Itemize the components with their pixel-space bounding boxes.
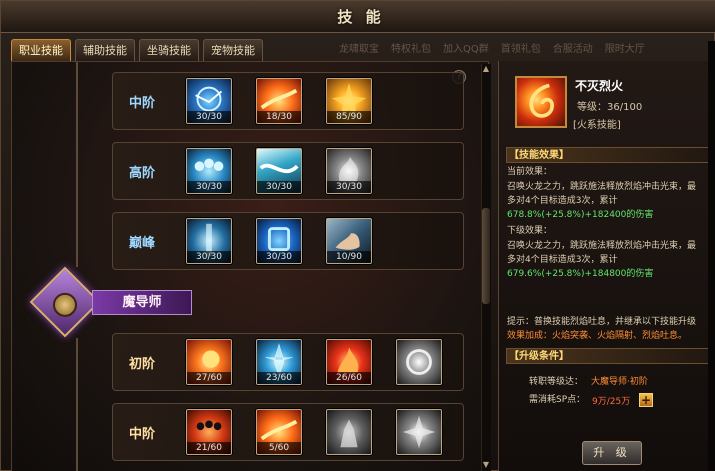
skill-name: 不灭烈火 [575, 79, 624, 93]
skills-window: 技 能 龙啸取宝 特权礼包 加入QQ群 首领礼包 合服活动 限时大厅 职业技能 … [0, 0, 715, 471]
tab-mount-skills[interactable]: 坐骑技能 [139, 39, 199, 61]
event-link[interactable]: 合服活动 [550, 35, 596, 57]
current-effect-damage: 678.8%(+25.8%)+182400的伤害 [507, 210, 654, 220]
skill-level: 30/30 [257, 181, 301, 193]
tier-row: 中阶 30/30 18/30 85/90 [112, 72, 464, 130]
current-effect-desc: 多对4个目标造成3次，累计 [507, 196, 618, 206]
effect-header: 【技能效果】 [506, 147, 709, 163]
fire-slash-icon[interactable]: 18/30 [256, 78, 302, 124]
requirement-header: 【升级条件】 [506, 348, 709, 364]
requirement-level-label: 转职等级达： [529, 377, 584, 387]
skill-level: 85/90 [327, 111, 371, 123]
tab-pet-skills[interactable]: 宠物技能 [203, 39, 263, 61]
tier-label: 初阶 [129, 357, 156, 372]
event-link[interactable]: 龙啸取宝 [336, 35, 382, 57]
fireball-icon[interactable]: 27/60 [186, 339, 232, 385]
skill-detail-panel: 不灭烈火 等级：36/100 [火系技能] 【技能效果】 当前效果： 召唤火龙之… [498, 61, 715, 471]
class-banner: 魔导师 [29, 266, 200, 338]
next-effect-damage: 679.6%(+25.8%)+184800的伤害 [507, 269, 654, 279]
add-points-plus-icon[interactable]: + [639, 393, 653, 407]
flame-burst-icon[interactable]: 26/60 [326, 339, 372, 385]
class-name: 魔导师 [92, 290, 192, 315]
requirement-points-value: 9万/25万 [592, 397, 631, 407]
skill-level: 30/30 [327, 181, 371, 193]
next-effect-title: 下级效果： [507, 226, 553, 236]
skill-level: 27/60 [187, 372, 231, 384]
requirement-level-value: 大魔导师·初阶 [591, 377, 648, 387]
skill-level: 23/60 [257, 372, 301, 384]
tree-line [76, 338, 78, 471]
next-effect-desc: 多对4个目标造成3次，累计 [507, 255, 618, 265]
blue-pillar-icon[interactable]: 30/30 [186, 218, 232, 264]
locked-vortex-icon[interactable] [396, 339, 442, 385]
skill-level-text: 等级：36/100 [577, 102, 643, 113]
ice-shards-icon[interactable]: 23/60 [256, 339, 302, 385]
scroll-up-arrow-icon[interactable]: ▲ [481, 64, 491, 74]
skill-level: 30/30 [257, 251, 301, 263]
tier-row: 巅峰 30/30 30/30 10/90 [112, 212, 464, 270]
skill-level: 10/90 [327, 251, 371, 263]
event-link[interactable]: 限时大厅 [602, 35, 648, 57]
requirement-points-label: 需消耗SP点： [529, 395, 586, 405]
skill-tree-panel: ? 中阶 30/30 18/30 85/90 高阶 30/30 30/30 30… [11, 61, 489, 471]
blue-shield-icon[interactable]: 30/30 [256, 218, 302, 264]
lightning-orb-icon[interactable]: 30/30 [186, 78, 232, 124]
tree-line [76, 62, 78, 267]
tier-label: 中阶 [129, 96, 156, 111]
skill-tabs: 职业技能 辅助技能 坐骑技能 宠物技能 [11, 39, 263, 61]
event-link[interactable]: 首领礼包 [498, 35, 544, 57]
skill-type: [火系技能] [573, 120, 621, 131]
tier-row: 初阶 27/60 23/60 26/60 [112, 333, 464, 391]
tier-label: 高阶 [129, 166, 156, 181]
skill-level: 18/30 [257, 111, 301, 123]
current-effect-title: 当前效果： [507, 167, 553, 177]
tab-class-skills[interactable]: 职业技能 [11, 39, 71, 61]
smoke-strike-icon[interactable]: 30/30 [326, 148, 372, 194]
skill-level: 30/30 [187, 181, 231, 193]
wind-wave-icon[interactable]: 30/30 [256, 148, 302, 194]
fire-army-icon[interactable]: 21/60 [186, 409, 232, 455]
tier-row: 高阶 30/30 30/30 30/30 [112, 142, 464, 200]
tier-label: 中阶 [129, 427, 156, 442]
tier-row: 中阶 21/60 5/60 [112, 403, 464, 461]
scrollbar-thumb[interactable] [482, 208, 490, 304]
skill-level: 21/60 [187, 442, 231, 454]
scroll-down-arrow-icon[interactable]: ▼ [481, 460, 491, 470]
event-link[interactable]: 加入QQ群 [440, 35, 492, 57]
fire-slash-icon[interactable]: 5/60 [256, 409, 302, 455]
window-title: 技 能 [337, 8, 385, 26]
window-edge [708, 41, 715, 471]
event-link[interactable]: 特权礼包 [388, 35, 434, 57]
skill-level: 30/30 [187, 251, 231, 263]
locked-warrior-icon[interactable] [326, 409, 372, 455]
skill-level: 30/30 [187, 111, 231, 123]
skill-level: 26/60 [327, 372, 371, 384]
upgrade-tip-skills: 效果加成：火焰突袭、火焰隔射、烈焰吐息。 [507, 331, 688, 341]
skill-level: 5/60 [257, 442, 301, 454]
class-emblem-icon [29, 266, 101, 338]
next-effect-desc: 召唤火龙之力，跳跃施法释放烈焰冲击光束，最 [507, 241, 697, 251]
strength-arm-icon[interactable]: 10/90 [326, 218, 372, 264]
tab-support-skills[interactable]: 辅助技能 [75, 39, 135, 61]
locked-burst-icon[interactable] [396, 409, 442, 455]
golden-burst-icon[interactable]: 85/90 [326, 78, 372, 124]
upgrade-tip: 提示：普换技能烈焰吐息，并继承以下技能升级 [507, 317, 697, 327]
current-effect-desc: 召唤火龙之力，跳跃施法释放烈焰冲击光束，最 [507, 182, 697, 192]
tier-label: 巅峰 [129, 236, 156, 251]
group-buff-icon[interactable]: 30/30 [186, 148, 232, 194]
top-event-strip: 龙啸取宝 特权礼包 加入QQ群 首领礼包 合服活动 限时大厅 [336, 35, 706, 57]
window-titlebar: 技 能 [1, 1, 715, 33]
fire-dragon-skill-icon [515, 76, 567, 128]
upgrade-button[interactable]: 升 级 [582, 441, 642, 465]
